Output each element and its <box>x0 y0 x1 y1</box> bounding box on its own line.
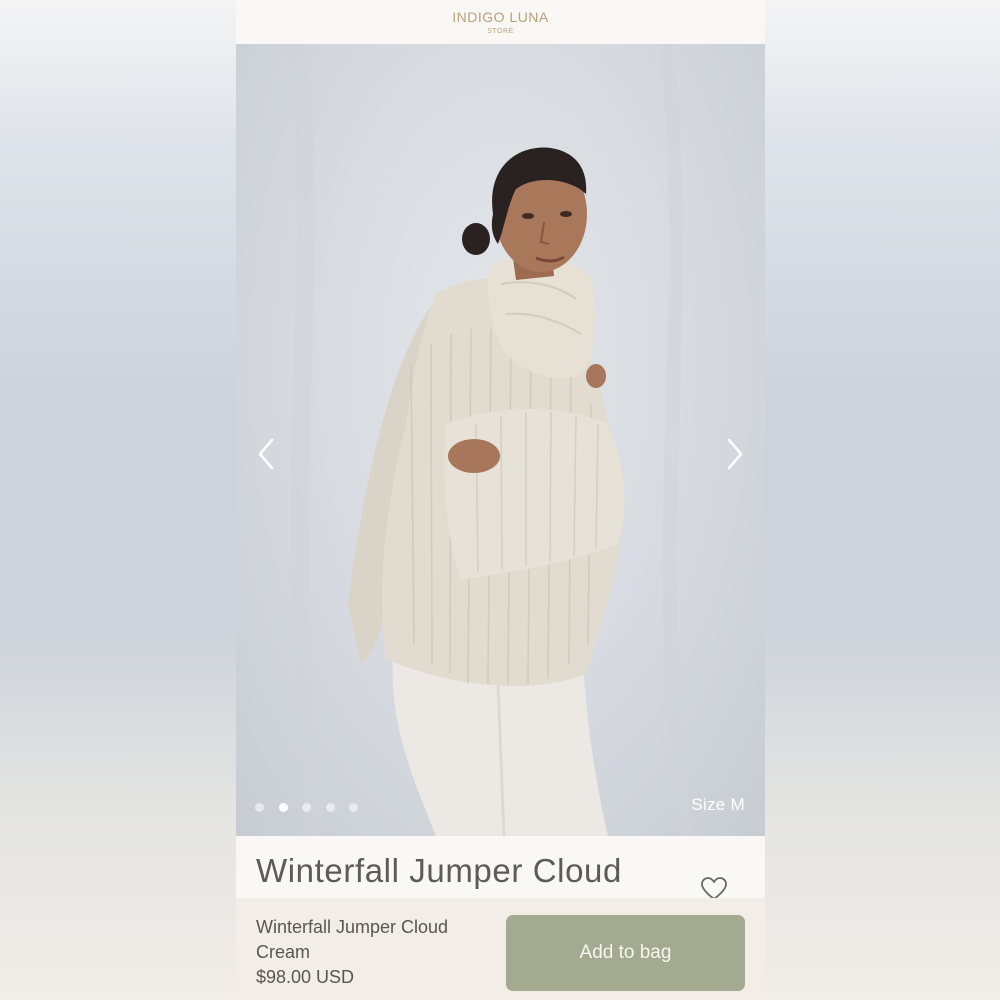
product-photo <box>287 44 693 836</box>
add-to-bag-button[interactable]: Add to bag <box>506 915 745 991</box>
product-image-gallery[interactable]: Size M <box>236 44 765 836</box>
sticky-buy-bar: Winterfall Jumper Cloud Cream $98.00 USD… <box>236 898 765 1000</box>
store-logo[interactable]: INDIGO LUNA <box>236 9 765 25</box>
gallery-dot[interactable] <box>325 803 335 812</box>
store-logo-subtitle: STORE <box>487 28 514 35</box>
next-image-button[interactable] <box>718 437 752 471</box>
product-title: Winterfall Jumper Cloud <box>256 852 622 889</box>
buybar-product-name: Winterfall Jumper Cloud Cream <box>256 917 449 962</box>
chevron-left-icon <box>258 438 274 470</box>
gallery-dot[interactable] <box>302 803 311 812</box>
gallery-pagination <box>255 803 373 813</box>
top-bar: INDIGO LUNA STORE <box>236 0 765 44</box>
model-size-label: Size M <box>691 795 745 814</box>
previous-image-button[interactable] <box>249 437 283 471</box>
gallery-dot[interactable] <box>349 803 358 812</box>
buybar-price: $98.00 USD <box>256 967 355 987</box>
gallery-dot[interactable] <box>255 803 264 812</box>
gallery-dot-active[interactable] <box>278 803 288 812</box>
chevron-right-icon <box>727 438 743 470</box>
product-page: INDIGO LUNA STORE Size M Winterfall Jump… <box>236 0 765 1000</box>
